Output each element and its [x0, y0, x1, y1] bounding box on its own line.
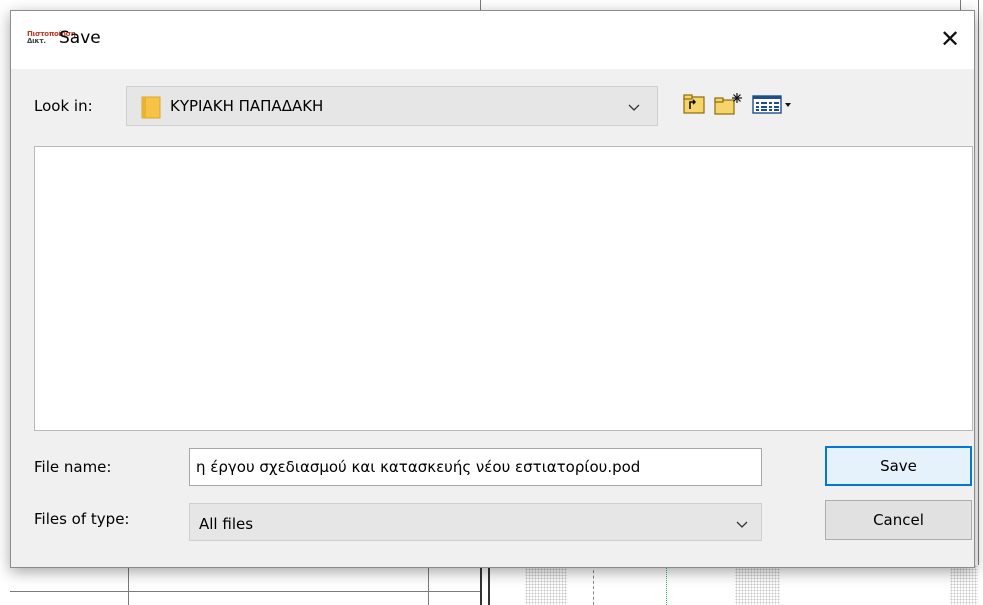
file-name-input[interactable]: η έργου σχεδιασμού και κατασκευής νέου ε… [189, 448, 762, 486]
background-gridline [960, 0, 961, 10]
files-of-type-label: Files of type: [34, 510, 130, 528]
background-gridline [978, 0, 979, 605]
look-in-value: ΚΥΡΙΑΚΗ ΠΑΠΑΔΑΚΗ [170, 97, 324, 115]
view-menu-icon [752, 95, 791, 114]
file-name-label: File name: [34, 458, 112, 476]
folder-icon [141, 96, 161, 119]
app-logo-subtext: Δικτ. [27, 37, 46, 45]
background-gridline [480, 565, 482, 605]
background-pattern [950, 565, 978, 605]
files-of-type-value: All files [199, 515, 254, 533]
close-icon: ✕ [939, 25, 961, 53]
file-list-pane[interactable] [34, 146, 973, 431]
title-bar: Πιστοποίηση Δικτ. Save ✕ [11, 11, 974, 69]
background-guide [593, 565, 594, 605]
cancel-button[interactable]: Cancel [825, 500, 972, 540]
dialog-title: Save [59, 28, 101, 48]
app-logo-icon: Πιστοποίηση Δικτ. [27, 31, 76, 45]
create-new-folder-button[interactable] [711, 91, 745, 117]
look-in-label: Look in: [34, 97, 93, 115]
background-gridline [480, 0, 481, 10]
background-pattern [735, 565, 780, 605]
save-dialog: Πιστοποίηση Δικτ. Save ✕ Look in: ΚΥΡΙΑΚ… [10, 10, 975, 568]
chevron-down-icon [628, 104, 640, 111]
look-in-dropdown[interactable]: ΚΥΡΙΑΚΗ ΠΑΠΑΔΑΚΗ [126, 86, 658, 126]
chevron-down-icon [736, 521, 748, 528]
background-pattern [525, 565, 567, 605]
background-gridline [428, 565, 429, 605]
background-gridline [488, 565, 490, 605]
save-button[interactable]: Save [825, 446, 972, 486]
background-guide [666, 565, 667, 605]
background-gridline [128, 565, 129, 605]
up-folder-icon [683, 94, 705, 114]
view-menu-button[interactable] [749, 91, 797, 117]
up-one-level-button[interactable] [679, 91, 709, 117]
new-folder-icon [714, 93, 742, 115]
close-button[interactable]: ✕ [932, 21, 968, 57]
background-gridline [10, 591, 480, 592]
files-of-type-dropdown[interactable]: All files [189, 503, 762, 541]
background-table [0, 565, 983, 605]
